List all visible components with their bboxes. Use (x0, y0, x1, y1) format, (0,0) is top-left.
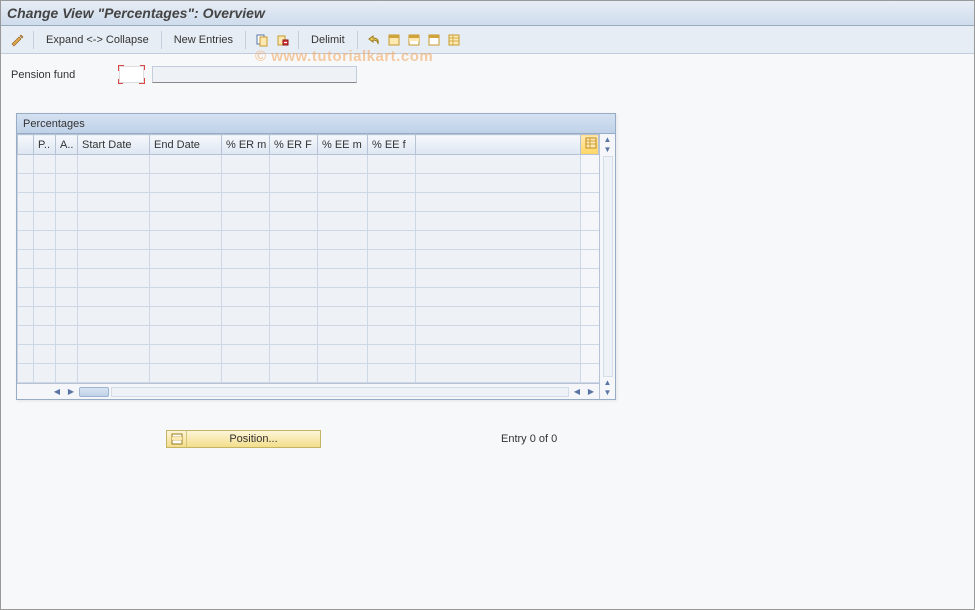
table-row[interactable] (18, 269, 599, 288)
col-header[interactable]: % EE m (318, 135, 368, 155)
table-settings-icon[interactable] (446, 32, 462, 48)
scroll-up-icon[interactable]: ▲ (604, 136, 612, 144)
scroll-track[interactable] (603, 156, 613, 377)
col-header[interactable]: P.. (34, 135, 56, 155)
table-row[interactable] (18, 250, 599, 269)
col-header[interactable]: % ER m (222, 135, 270, 155)
position-button[interactable]: Position... (166, 430, 321, 448)
toolbar-divider (161, 31, 162, 49)
footer-row: Position... Entry 0 of 0 (166, 430, 974, 448)
col-header[interactable]: % ER F (270, 135, 318, 155)
select-block-icon[interactable] (406, 32, 422, 48)
table-row[interactable] (18, 212, 599, 231)
expand-collapse-button[interactable]: Expand <-> Collapse (42, 32, 153, 48)
title-bar: Change View "Percentages": Overview (1, 1, 974, 26)
col-header[interactable]: Start Date (78, 135, 150, 155)
horizontal-scrollbar[interactable]: ◀ ▶ ◀ ▶ (17, 383, 599, 399)
position-icon (167, 431, 187, 447)
scroll-down-icon[interactable]: ▼ (604, 146, 612, 154)
table-row[interactable] (18, 174, 599, 193)
pension-fund-label: Pension fund (11, 69, 111, 81)
configure-layout-icon[interactable] (581, 135, 599, 155)
table-row[interactable] (18, 193, 599, 212)
table-row[interactable] (18, 155, 599, 174)
table-row[interactable] (18, 288, 599, 307)
toolbar-divider (298, 31, 299, 49)
pension-fund-desc-input[interactable] (152, 66, 357, 83)
scroll-up-end-icon[interactable]: ▲ (604, 379, 612, 387)
toolbar-divider (357, 31, 358, 49)
scroll-thumb[interactable] (79, 387, 109, 397)
col-header[interactable]: End Date (150, 135, 222, 155)
table-header-row: P.. A.. Start Date End Date % ER m % ER … (18, 135, 599, 155)
scroll-down-end-icon[interactable]: ▼ (604, 389, 612, 397)
row-handle-header[interactable] (18, 135, 34, 155)
entry-counter: Entry 0 of 0 (501, 433, 557, 445)
deselect-all-icon[interactable] (426, 32, 442, 48)
delete-icon[interactable] (274, 32, 290, 48)
application-toolbar: Expand <-> Collapse New Entries Delimit (1, 26, 974, 54)
scroll-right-end-icon[interactable]: ▶ (585, 387, 597, 396)
percentages-panel: Percentages P.. A.. Start Date (16, 113, 616, 400)
table-row[interactable] (18, 364, 599, 383)
table-row[interactable] (18, 307, 599, 326)
table-row[interactable] (18, 231, 599, 250)
delimit-button[interactable]: Delimit (307, 32, 349, 48)
col-header-spacer (416, 135, 581, 155)
scroll-left-icon[interactable]: ◀ (51, 387, 63, 396)
toolbar-divider (33, 31, 34, 49)
scroll-left-end-icon[interactable]: ◀ (571, 387, 583, 396)
vertical-scrollbar[interactable]: ▲ ▼ ▲ ▼ (599, 134, 615, 399)
copy-icon[interactable] (254, 32, 270, 48)
pension-fund-key-input[interactable] (119, 66, 144, 83)
table-row[interactable] (18, 326, 599, 345)
panel-title-text: Percentages (23, 118, 85, 130)
page-title: Change View "Percentages": Overview (7, 5, 265, 21)
position-button-label: Position... (187, 433, 320, 445)
col-header[interactable]: % EE f (368, 135, 416, 155)
scroll-right-icon[interactable]: ▶ (65, 387, 77, 396)
col-header[interactable]: A.. (56, 135, 78, 155)
table-row[interactable] (18, 345, 599, 364)
toolbar-divider (245, 31, 246, 49)
new-entries-button[interactable]: New Entries (170, 32, 237, 48)
pension-fund-row: Pension fund (1, 54, 974, 83)
scroll-rail[interactable] (111, 387, 569, 397)
undo-icon[interactable] (366, 32, 382, 48)
percentages-panel-title: Percentages (17, 114, 615, 134)
percentages-table: P.. A.. Start Date End Date % ER m % ER … (17, 134, 599, 383)
select-all-icon[interactable] (386, 32, 402, 48)
toggle-display-change-icon[interactable] (9, 32, 25, 48)
